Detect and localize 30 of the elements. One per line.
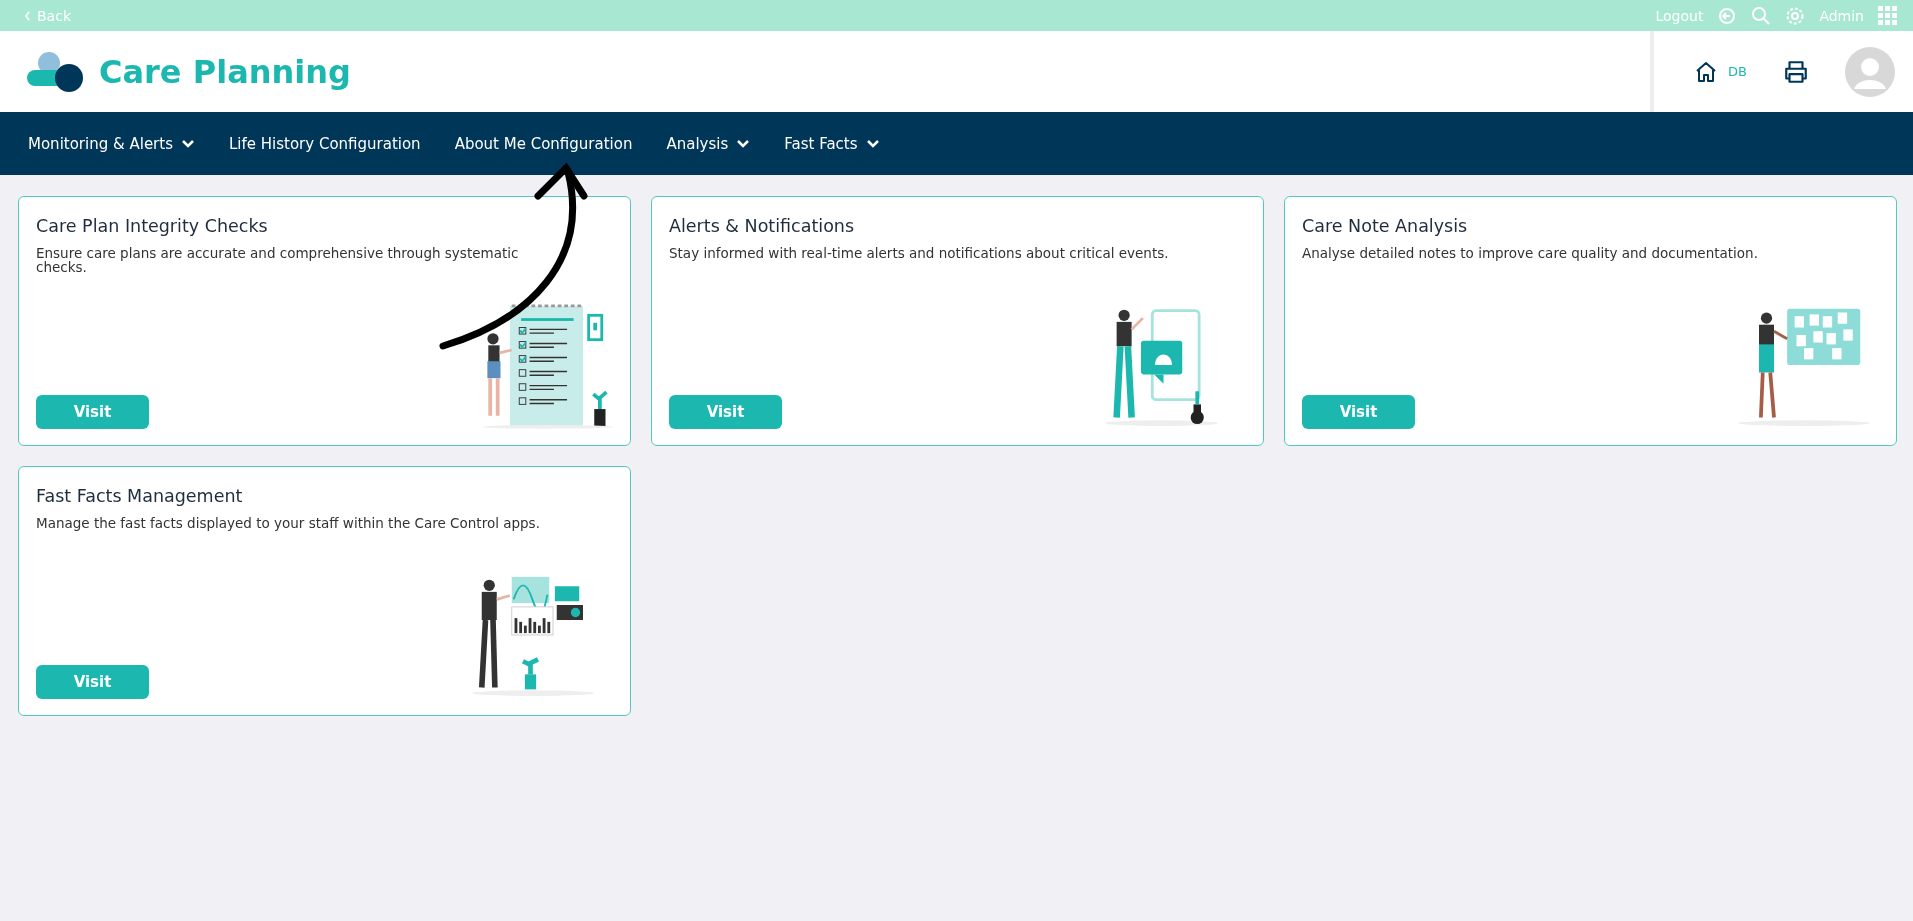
app-title: Care Planning: [99, 52, 351, 91]
visit-button[interactable]: Visit: [669, 395, 782, 429]
card-description: Analyse detailed notes to improve care quality and documentation.: [1302, 246, 1759, 261]
nav-menu-item[interactable]: Fast Facts: [784, 134, 880, 153]
home-link[interactable]: DB: [1694, 59, 1747, 84]
user-name: Admin: [1819, 7, 1864, 24]
card-description: Stay informed with real-time alerts and notifications about critical events.: [669, 246, 1170, 261]
avatar-icon[interactable]: [1845, 46, 1895, 97]
settings-icon[interactable]: [1785, 5, 1806, 26]
logout-link[interactable]: Logout: [1655, 7, 1704, 24]
print-icon[interactable]: [1783, 58, 1809, 85]
visit-button[interactable]: Visit: [36, 665, 149, 699]
visit-button[interactable]: Visit: [1302, 395, 1415, 429]
card-title: Care Plan Integrity Checks: [36, 216, 269, 236]
nav-menu-item[interactable]: Monitoring & Alerts: [28, 134, 195, 153]
nav-menu-item[interactable]: Life History Configuration: [228, 134, 421, 153]
card-description: Manage the fast facts displayed to your staff within the Care Control apps.: [36, 516, 541, 531]
logout-icon[interactable]: [1717, 5, 1738, 26]
visit-button[interactable]: Visit: [36, 395, 149, 429]
back-link[interactable]: Back: [24, 7, 71, 24]
nav-menu-item[interactable]: About Me Configuration: [454, 134, 633, 153]
apps-grid-icon[interactable]: [1878, 6, 1897, 25]
chevron-left-icon: [24, 10, 31, 21]
nav-menu-item[interactable]: Analysis: [666, 134, 751, 153]
card-title: Care Note Analysis: [1302, 216, 1469, 236]
card-title: Alerts & Notifications: [669, 216, 856, 236]
card-title: Fast Facts Management: [36, 486, 244, 506]
card-description: Ensure care plans are accurate and comprehensive through systematic checks.: [36, 246, 520, 275]
search-icon[interactable]: [1751, 5, 1772, 26]
logo-icon: [27, 49, 85, 94]
